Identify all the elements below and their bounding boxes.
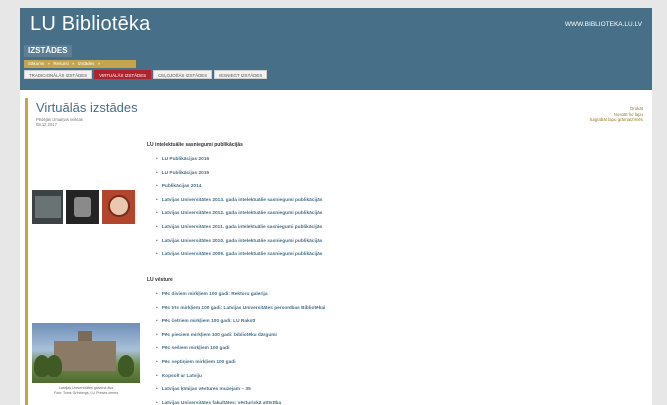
photo-tree (46, 355, 62, 377)
tab-virtual[interactable]: VIRTUĀLĀS IZSTĀDES (94, 70, 152, 79)
list-item[interactable]: LU Publikācijas 2015 (156, 167, 322, 181)
list-item[interactable]: Latvijas Universitātes 2012. gada intele… (156, 207, 323, 221)
breadcrumb-resources[interactable]: Resursi (53, 61, 68, 66)
book-cover (101, 190, 135, 224)
breadcrumb-separator: » (47, 61, 51, 66)
page-tools: Drukāt Nosūtīt šo lapu Saglabāt lapu grā… (590, 106, 643, 123)
group-heading-publications: LU intelektuālie sasniegumi publikācijās (147, 142, 243, 148)
tab-traditional[interactable]: TRADICIONĀLĀS IZSTĀDES (24, 70, 93, 79)
tab-submit[interactable]: IESNIEGT IZSTĀDES (214, 70, 268, 79)
breadcrumb-home[interactable]: Sākums (28, 61, 44, 66)
photo-building (54, 341, 116, 371)
breadcrumb-separator: » (71, 61, 75, 66)
list-item[interactable]: Latvijas Universitātes 2010. gada intele… (156, 235, 323, 249)
exhibition-tabs: TRADICIONĀLĀS IZSTĀDES VIRTUĀLĀS IZSTĀDE… (24, 70, 268, 80)
list-item[interactable]: Latvijas ķīmijas vēstures muzejam – 35 (156, 383, 325, 397)
list-item[interactable]: Latvijas Universitātes 2011. gada intele… (156, 221, 323, 235)
site-header: LU Bibliotēka WWW.BIBLIOTEKA.LU.LV (20, 8, 652, 42)
list-item[interactable]: Latvijas Universitātes fakultātes: vēstu… (156, 397, 325, 405)
list-item[interactable]: Pēc trīs mirkļiem 100 gadi: Latvijas Uni… (156, 302, 326, 316)
section-label: IZSTĀDES (24, 45, 72, 57)
bookmark-link[interactable]: Saglabāt lapu grāmatzīmēs (590, 117, 643, 123)
list-item[interactable]: Pēc sešiem mirkļiem 100 gadi (156, 342, 325, 356)
book-cover (32, 190, 64, 224)
university-building-photo[interactable] (32, 323, 140, 383)
list-item[interactable]: Pēc četriem mirkļiem 100 gadi: LU Rakstī (156, 315, 325, 329)
book-covers-image[interactable] (32, 190, 135, 224)
site-url-link[interactable]: WWW.BIBLIOTEKA.LU.LV (565, 21, 642, 28)
group-heading-history: LU vēsture (147, 277, 173, 283)
list-item[interactable]: Pēc septiņiem mirkļiem 100 gadi (156, 356, 325, 370)
last-modified: Pēdējās izmaiņas veiktas 08.12.2017 (36, 117, 83, 127)
list-item[interactable]: Pēc diviem mirkļiem 100 gadi: Rektoru ga… (156, 288, 325, 302)
photo-caption-credit: Foto: Toms Grīnbergs, LU Preses centrs (53, 390, 119, 395)
section-bar: IZSTĀDES Sākums » Resursi » Izstādes » T… (20, 42, 652, 90)
page-frame: LU Bibliotēka WWW.BIBLIOTEKA.LU.LV IZSTĀ… (20, 8, 652, 405)
publications-list: LU Publikācijas 2016 LU Publikācijas 201… (156, 153, 323, 262)
site-title[interactable]: LU Bibliotēka (30, 13, 150, 36)
photo-tree (118, 355, 134, 377)
list-item[interactable]: Latvijas Universitātes 2013. gada intele… (156, 194, 323, 208)
breadcrumb: Sākums » Resursi » Izstādes » (24, 60, 136, 68)
main-content: Virtuālās izstādes Pēdējās izmaiņas veik… (25, 98, 647, 405)
page-title: Virtuālās izstādes (36, 100, 138, 115)
list-item[interactable]: Pēc pieciem mirkļiem 100 gadi: bibliotēk… (156, 329, 325, 343)
tab-travelling[interactable]: CEĻOJOŠĀS IZSTĀDES (153, 70, 213, 79)
last-modified-date: 08.12.2017 (36, 122, 57, 127)
photo-caption: Latvijas Universitātes galvenā ēka Foto:… (32, 386, 140, 395)
list-item[interactable]: Kopsolī ar Latviju (156, 370, 325, 384)
list-item[interactable]: LU Publikācijas 2016 (156, 153, 322, 167)
list-item[interactable]: Publikācijas 2014 (156, 180, 322, 194)
breadcrumb-separator: » (97, 61, 101, 66)
list-item[interactable]: Latvijas Universitātes 2009. gada intele… (156, 248, 323, 262)
book-cover (66, 190, 99, 224)
history-list: Pēc diviem mirkļiem 100 gadi: Rektoru ga… (156, 288, 326, 405)
breadcrumb-exhibitions[interactable]: Izstādes (78, 61, 95, 66)
